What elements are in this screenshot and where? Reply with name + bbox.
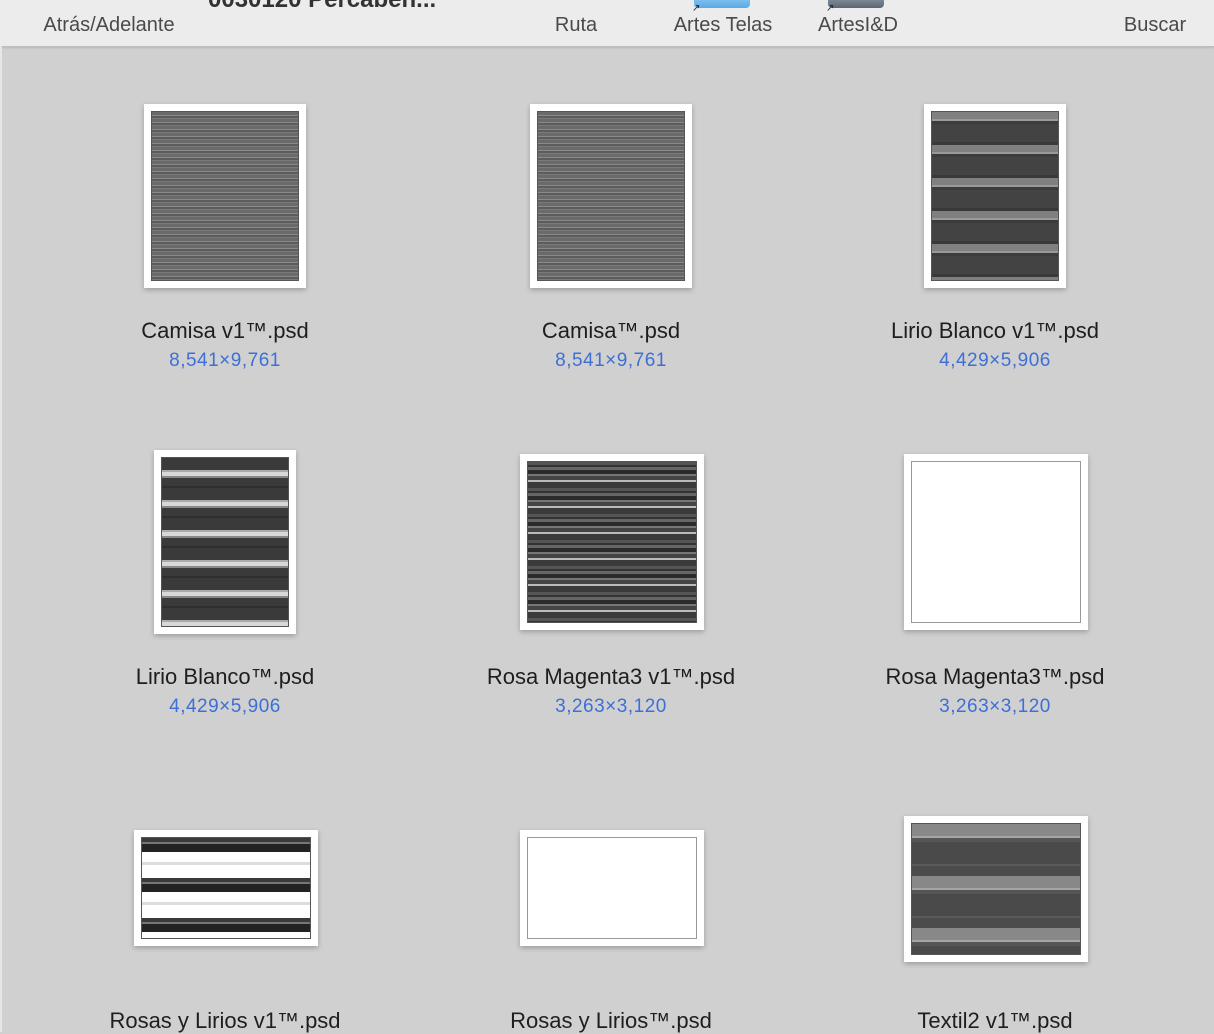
drive-icon[interactable]: ↗ xyxy=(826,0,884,14)
thumbnail-image xyxy=(911,461,1081,623)
thumbnail-image xyxy=(161,457,289,627)
file-name[interactable]: Lirio Blanco™.psd xyxy=(35,664,415,690)
thumbnail-image xyxy=(151,111,299,281)
file-name[interactable]: Rosa Magenta3 v1™.psd xyxy=(421,664,801,690)
file-dimensions: 4,429×5,906 xyxy=(169,696,281,717)
file-name[interactable]: Camisa v1™.psd xyxy=(35,318,415,344)
thumbnail-image xyxy=(527,837,697,939)
file-name[interactable]: Rosa Magenta3™.psd xyxy=(805,664,1185,690)
alias-arrow-icon: ↗ xyxy=(692,3,701,14)
folder-icon[interactable]: ↗ xyxy=(692,0,750,14)
file-dimensions: 3,263×3,120 xyxy=(939,696,1051,717)
thumbnail-image xyxy=(931,111,1059,281)
favorite-artes-id[interactable]: ArtesI&D xyxy=(818,14,898,37)
file-thumbnail[interactable] xyxy=(154,450,296,634)
window-edge xyxy=(0,46,2,1032)
file-dimensions: 8,541×9,761 xyxy=(555,350,667,371)
back-forward-button[interactable]: Atrás/Adelante xyxy=(43,14,174,37)
file-dimensions: 4,429×5,906 xyxy=(939,350,1051,371)
file-dimensions: 8,541×9,761 xyxy=(169,350,281,371)
toolbar: 0030120 Percaben... Atrás/Adelante Ruta … xyxy=(0,0,1214,47)
thumbnail-image xyxy=(537,111,685,281)
file-thumbnail[interactable] xyxy=(904,816,1088,962)
thumbnail-image xyxy=(141,837,311,939)
thumbnail-image xyxy=(911,823,1081,955)
file-thumbnail[interactable] xyxy=(520,454,704,630)
search-button[interactable]: Buscar xyxy=(1124,14,1186,37)
file-name[interactable]: Rosas y Lirios v1™.psd xyxy=(35,1008,415,1034)
file-thumbnail[interactable] xyxy=(530,104,692,288)
file-thumbnail[interactable] xyxy=(134,830,318,946)
window-title: 0030120 Percaben... xyxy=(208,0,436,14)
file-dimensions: 3,263×3,120 xyxy=(555,696,667,717)
file-thumbnail[interactable] xyxy=(904,454,1088,630)
file-thumbnail[interactable] xyxy=(144,104,306,288)
thumbnail-image xyxy=(527,461,697,623)
file-thumbnail[interactable] xyxy=(520,830,704,946)
file-thumbnail[interactable] xyxy=(924,104,1066,288)
favorite-artes-telas[interactable]: Artes Telas xyxy=(674,14,773,37)
file-name[interactable]: Lirio Blanco v1™.psd xyxy=(805,318,1185,344)
file-name[interactable]: Camisa™.psd xyxy=(421,318,801,344)
alias-arrow-icon: ↗ xyxy=(826,3,835,14)
file-name[interactable]: Textil2 v1™.psd xyxy=(805,1008,1185,1034)
file-name[interactable]: Rosas y Lirios™.psd xyxy=(421,1008,801,1034)
path-button[interactable]: Ruta xyxy=(555,14,597,37)
